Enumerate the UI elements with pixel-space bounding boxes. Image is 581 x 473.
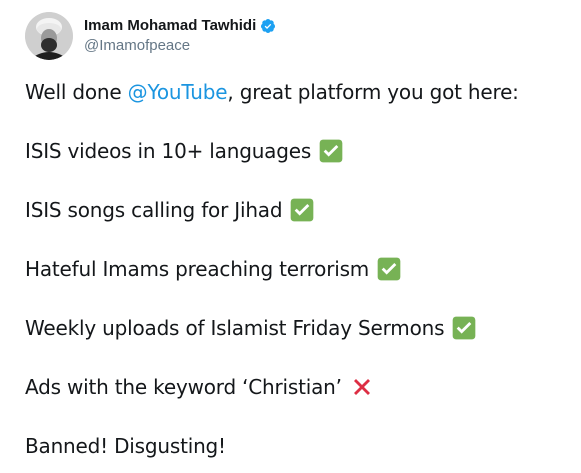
cross-mark-emoji-icon	[353, 379, 370, 395]
display-name-row: Imam Mohamad Tawhidi	[84, 17, 276, 36]
tweet-card: Imam Mohamad Tawhidi @Imamofpeace Well d…	[0, 0, 581, 473]
line-text: Hateful Imams preaching terrorism	[25, 257, 370, 281]
author-info: Imam Mohamad Tawhidi @Imamofpeace	[84, 17, 276, 56]
tweet-header: Imam Mohamad Tawhidi @Imamofpeace	[25, 12, 276, 60]
tweet-line-5: Weekly uploads of Islamist Friday Sermon…	[25, 316, 476, 340]
author-handle[interactable]: @Imamofpeace	[84, 37, 276, 56]
line-text: , great platform you got here:	[227, 80, 519, 104]
check-mark-emoji-icon	[319, 139, 343, 163]
line-text: Weekly uploads of Islamist Friday Sermon…	[25, 316, 445, 340]
line-text: ISIS videos in 10+ languages	[25, 139, 312, 163]
check-mark-emoji-icon	[452, 316, 476, 340]
tweet-line-2: ISIS videos in 10+ languages	[25, 139, 343, 163]
line-text: ISIS songs calling for Jihad	[25, 198, 283, 222]
verified-badge-icon	[260, 18, 276, 34]
display-name[interactable]: Imam Mohamad Tawhidi	[84, 17, 256, 36]
tweet-line-6: Ads with the keyword ‘Christian’	[25, 375, 374, 399]
line-text: Ads with the keyword ‘Christian’	[25, 375, 342, 399]
tweet-line-1: Well done @YouTube, great platform you g…	[25, 80, 519, 104]
line-text: Banned! Disgusting!	[25, 434, 226, 458]
youtube-mention-link[interactable]: @YouTube	[128, 80, 228, 104]
tweet-line-3: ISIS songs calling for Jihad	[25, 198, 314, 222]
check-mark-emoji-icon	[377, 257, 401, 281]
avatar[interactable]	[25, 12, 73, 60]
avatar-image	[25, 12, 73, 60]
check-mark-emoji-icon	[291, 198, 314, 222]
tweet-line-7: Banned! Disgusting!	[25, 434, 226, 458]
tweet-line-4: Hateful Imams preaching terrorism	[25, 257, 401, 281]
line-text: Well done	[25, 80, 128, 104]
